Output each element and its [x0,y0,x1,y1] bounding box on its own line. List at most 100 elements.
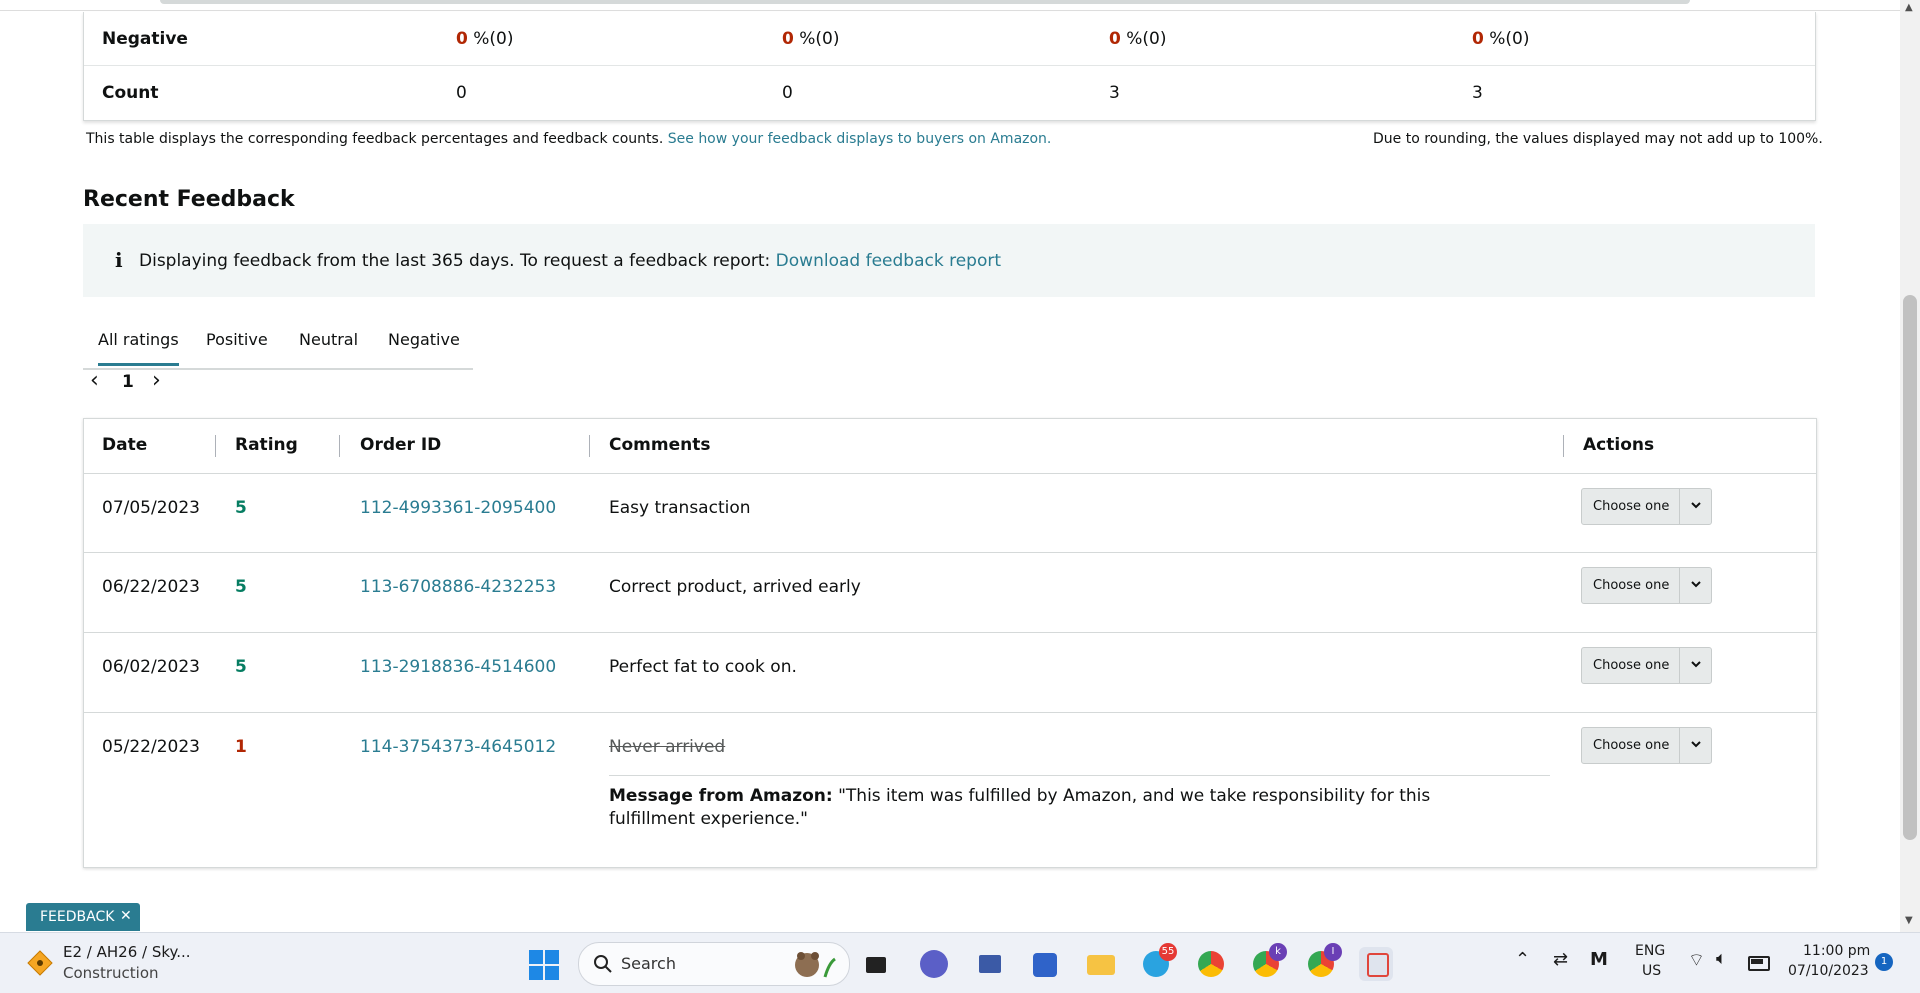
row-date: 05/22/2023 [102,737,200,757]
rating-tabs: All ratings Positive Neutral Negative [83,318,473,370]
folder-icon[interactable] [1084,947,1118,981]
tab-neutral[interactable]: Neutral [299,330,358,349]
language-bottom[interactable]: US [1642,963,1661,979]
scroll-up-icon[interactable]: ▲ [1905,2,1913,13]
row-date: 07/05/2023 [102,498,200,518]
column-divider [339,435,340,457]
tab-all-ratings[interactable]: All ratings [98,330,179,366]
tab-negative[interactable]: Negative [388,330,460,349]
info-banner: i Displaying feedback from the last 365 … [83,224,1815,297]
telegram-badge: 55 [1159,943,1177,961]
summary-cell: 0 [782,83,793,103]
summary-note-text: This table displays the corresponding fe… [86,131,668,147]
row-date: 06/02/2023 [102,657,200,677]
summary-row-label: Count [102,83,159,103]
percentage-value: 0 [456,29,468,49]
app-tray-icon[interactable]: M [1590,949,1608,970]
order-id-link[interactable]: 113-2918836-4514600 [360,657,556,677]
order-id-link[interactable]: 114-3754373-4645012 [360,737,556,757]
row-rating: 5 [235,498,247,518]
summary-cell: 0 %(0) [782,29,839,49]
snipping-tool-icon[interactable] [1359,947,1393,981]
task-view-icon[interactable] [860,947,894,981]
rounding-note: Due to rounding, the values displayed ma… [1373,131,1823,147]
row-comment-struck: Never arrived [609,737,726,757]
dropdown-divider [1679,489,1680,524]
chrome-profile-badge: k [1269,943,1287,961]
page-scrollbar[interactable]: ▲ ▼ [1900,0,1920,932]
chrome-profile-badge: I [1324,943,1342,961]
column-divider [215,435,216,457]
search-highlight-icon [795,952,836,978]
scroll-down-icon[interactable]: ▼ [1905,915,1913,926]
close-icon[interactable]: ✕ [120,908,132,924]
chrome-profile-k-icon[interactable]: k [1249,943,1287,981]
choose-action-dropdown[interactable]: Choose one [1581,567,1712,604]
column-header-date[interactable]: Date [102,435,147,455]
table-row: 06/22/2023 5 113-6708886-4232253 Correct… [84,553,1816,633]
wifi-icon[interactable]: ⌔ [1688,949,1705,972]
language-top[interactable]: ENG [1635,943,1665,959]
count-value: %(0) [1120,29,1167,49]
info-icon: i [115,248,123,272]
notification-badge[interactable]: 1 [1875,953,1893,971]
row-comment: Perfect fat to cook on. [609,657,797,677]
summary-cell: 0 [456,83,467,103]
column-header-order-id[interactable]: Order ID [360,435,441,455]
row-date: 06/22/2023 [102,577,200,597]
chrome-profile-i-icon[interactable]: I [1304,943,1342,981]
choose-action-dropdown[interactable]: Choose one [1581,727,1712,764]
feedback-button[interactable]: FEEDBACK ✕ [26,903,140,931]
count-value: %(0) [1483,29,1530,49]
page-number[interactable]: 1 [122,372,134,392]
info-text: Displaying feedback from the last 365 da… [139,251,1001,271]
recent-feedback-table: Date Rating Order ID Comments Actions 07… [83,418,1817,868]
weather-warning-icon[interactable] [26,949,54,977]
chat-icon[interactable] [917,947,951,981]
windows-start-icon[interactable] [529,950,559,980]
mail-icon[interactable] [973,947,1007,981]
column-divider [1563,435,1564,457]
tab-positive[interactable]: Positive [206,330,268,349]
dropdown-label: Choose one [1593,499,1670,514]
clock-date[interactable]: 07/10/2023 [1788,963,1869,979]
volume-icon[interactable]: 🔈︎ [1716,948,1727,969]
chevron-down-icon [1691,661,1701,668]
chrome-profile-icon[interactable] [1194,947,1228,981]
summary-cell: 0 %(0) [1109,29,1166,49]
summary-row-label: Negative [102,29,188,49]
weather-title[interactable]: E2 / AH26 / Sky... [63,943,191,961]
taskbar-search-input[interactable]: Search [578,942,850,986]
dropdown-divider [1679,568,1680,603]
row-comment: Correct product, arrived early [609,577,861,597]
dropdown-divider [1679,728,1680,763]
dropdown-label: Choose one [1593,578,1670,593]
download-report-link[interactable]: Download feedback report [776,251,1001,271]
row-rating: 5 [235,577,247,597]
order-id-link[interactable]: 113-6708886-4232253 [360,577,556,597]
row-rating: 1 [235,737,247,757]
table-row: 07/05/2023 5 112-4993361-2095400 Easy tr… [84,474,1816,553]
order-id-link[interactable]: 112-4993361-2095400 [360,498,556,518]
store-icon[interactable] [1028,947,1062,981]
prev-page-icon[interactable]: ‹ [90,368,99,393]
search-placeholder: Search [621,954,676,973]
top-bar [0,0,1900,11]
clock-time[interactable]: 11:00 pm [1803,943,1870,959]
chevron-up-icon[interactable]: ⌃ [1515,949,1530,970]
choose-action-dropdown[interactable]: Choose one [1581,488,1712,525]
feedback-display-link[interactable]: See how your feedback displays to buyers… [668,131,1052,147]
battery-icon[interactable] [1748,956,1770,971]
column-header-rating[interactable]: Rating [235,435,298,455]
telegram-icon[interactable]: 55 [1139,943,1177,981]
percentage-value: 0 [782,29,794,49]
next-page-icon[interactable]: › [152,368,161,393]
chevron-down-icon [1691,502,1701,509]
percentage-value: 0 [1109,29,1121,49]
settings-toggle-icon[interactable]: ⇄ [1553,949,1568,970]
table-row: 06/02/2023 5 113-2918836-4514600 Perfect… [84,633,1816,713]
choose-action-dropdown[interactable]: Choose one [1581,647,1712,684]
message-divider [609,775,1550,776]
count-value: %(0) [467,29,514,49]
scrollbar-thumb[interactable] [1903,295,1917,840]
